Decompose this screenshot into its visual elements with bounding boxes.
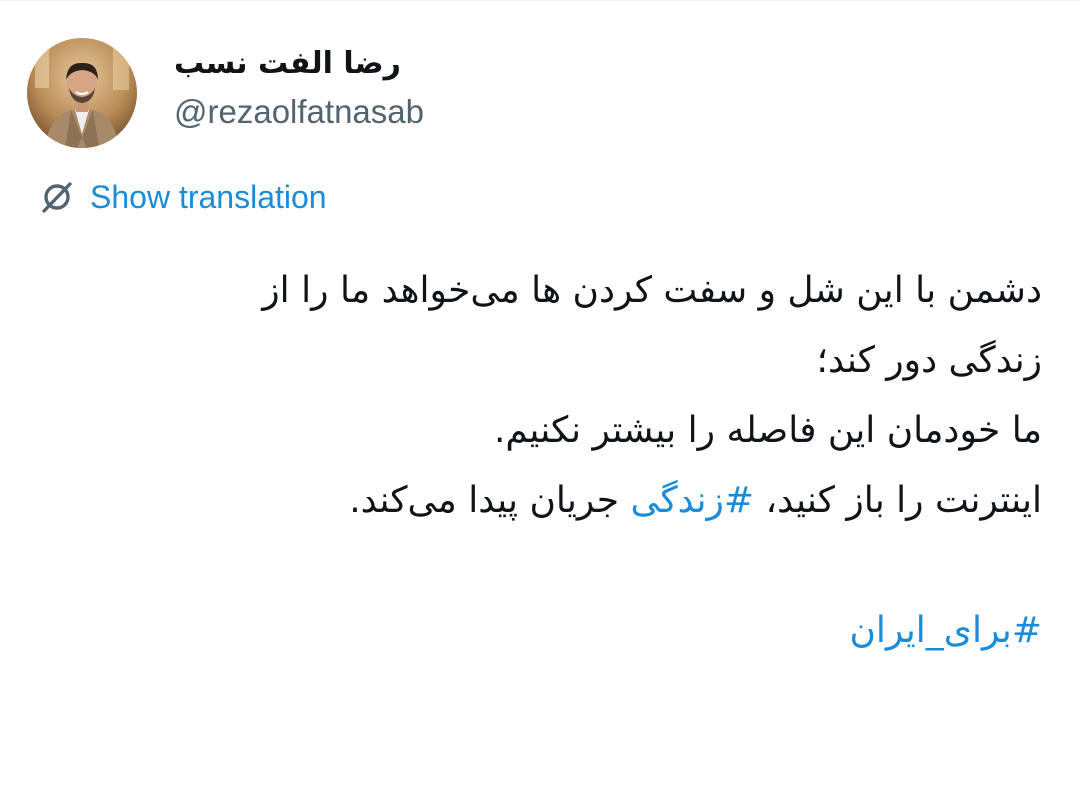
user-handle[interactable]: @rezaolfatnasab bbox=[174, 92, 424, 132]
show-translation-label[interactable]: Show translation bbox=[90, 179, 327, 216]
tweet-text: دشمن با این شل و سفت کردن ها می‌خواهد ما… bbox=[62, 256, 1042, 666]
tweet-line: #برای_ایران bbox=[62, 596, 1042, 666]
tweet-line: دشمن با این شل و سفت کردن ها می‌خواهد ما… bbox=[262, 270, 1042, 311]
tweet-line: ما خودمان این فاصله را بیشتر نکنیم. bbox=[493, 410, 1042, 451]
display-name[interactable]: رضا الفت نسب bbox=[174, 44, 424, 84]
tweet-line: اینترنت را باز کنید، #زندگی جریان پیدا م… bbox=[62, 466, 1042, 536]
globe-slash-icon bbox=[38, 178, 76, 216]
divider bbox=[0, 0, 1080, 1]
tweet-line: زندگی دور کند؛ bbox=[816, 340, 1042, 381]
hashtag-link[interactable]: #زندگی bbox=[630, 480, 754, 521]
tweet-text-segment: جریان پیدا می‌کند. bbox=[349, 480, 631, 521]
hashtag-link[interactable]: #برای_ایران bbox=[849, 610, 1042, 651]
author-block: رضا الفت نسب @rezaolfatnasab bbox=[174, 44, 424, 132]
avatar[interactable] bbox=[27, 38, 137, 148]
tweet-card: رضا الفت نسب @rezaolfatnasab Show transl… bbox=[0, 0, 1080, 797]
tweet-text-segment: اینترنت را باز کنید، bbox=[754, 480, 1042, 521]
show-translation-button[interactable]: Show translation bbox=[38, 176, 327, 218]
